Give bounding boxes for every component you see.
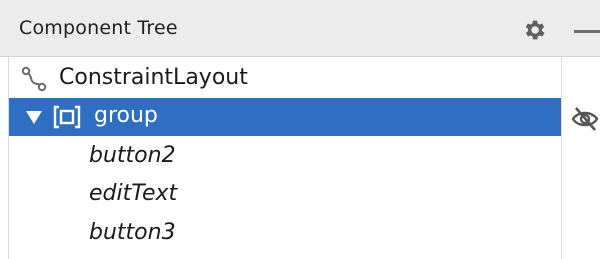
column-divider <box>561 57 562 259</box>
tree-item-edittext[interactable]: editText <box>9 176 561 214</box>
expand-arrow-icon[interactable] <box>24 107 44 127</box>
tree-item-group[interactable]: group <box>9 98 561 136</box>
constraint-layout-icon <box>21 66 47 92</box>
panel-title: Component Tree <box>19 17 178 39</box>
tree-item-label: editText <box>89 181 178 206</box>
tree-item-button2[interactable]: button2 <box>9 138 561 176</box>
tree-item-label: ConstraintLayout <box>59 65 248 90</box>
tree-item-label: button3 <box>89 220 176 245</box>
tree-item-label: button2 <box>89 143 176 168</box>
component-tree-panel: Component Tree ConstraintLayout group bu… <box>0 0 600 259</box>
gear-icon[interactable] <box>521 17 547 43</box>
eye-slash-icon[interactable] <box>570 104 600 134</box>
tree-item-button3[interactable]: button3 <box>9 215 561 253</box>
group-icon <box>53 105 81 129</box>
minimize-icon[interactable] <box>574 30 600 33</box>
panel-header: Component Tree <box>0 0 600 57</box>
tree-item-constraint-layout[interactable]: ConstraintLayout <box>9 60 561 98</box>
tree-item-label: group <box>94 103 158 128</box>
